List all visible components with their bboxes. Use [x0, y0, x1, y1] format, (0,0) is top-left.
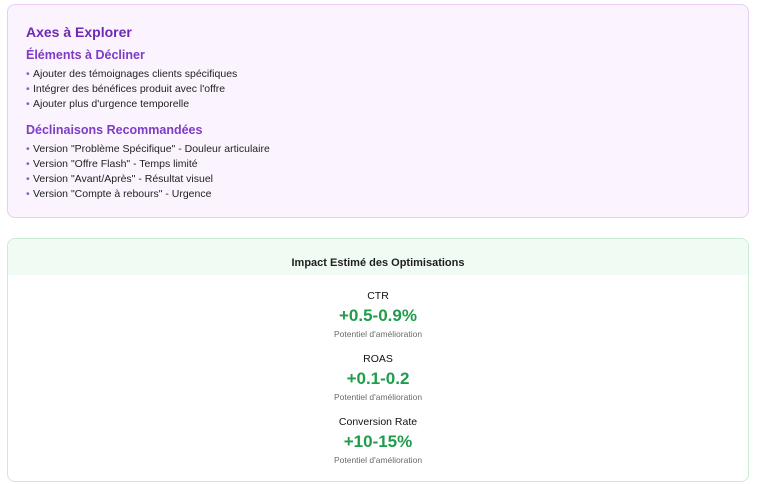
list-item: • Ajouter plus d'urgence temporelle: [26, 97, 730, 112]
list-item-text: Ajouter des témoignages clients spécifiq…: [33, 68, 238, 80]
metric-caption: Potentiel d'amélioration: [333, 329, 423, 339]
list-item: • Version "Offre Flash" - Temps limité: [26, 157, 730, 172]
metric-name: ROAS: [363, 353, 393, 365]
impact-title: Impact Estimé des Optimisations: [291, 257, 465, 269]
bullet-icon: •: [26, 158, 30, 170]
list-item: • Version "Problème Spécifique" - Douleur…: [26, 142, 730, 157]
bullet-icon: •: [26, 188, 30, 200]
metric-value: +10-15%: [343, 432, 413, 451]
list-item: • Version "Avant/Après" - Résultat visuel: [26, 172, 730, 187]
metric-caption: Potentiel d'amélioration: [333, 392, 423, 402]
bullet-icon: •: [26, 173, 30, 185]
bullet-icon: •: [26, 143, 30, 155]
impact-card: Impact Estimé des Optimisations CTR +0.5…: [7, 238, 749, 482]
list-item: • Intégrer des bénéfices produit avec l'o…: [26, 82, 730, 97]
bullet-icon: •: [26, 83, 30, 95]
list-item-text: Version "Compte à rebours" - Urgence: [33, 188, 212, 200]
metric-ctr: CTR +0.5-0.9% Potentiel d'amélioration: [8, 289, 748, 340]
metric-name: Conversion Rate: [338, 416, 418, 428]
elements-list: • Ajouter des témoignages clients spécifi…: [26, 67, 730, 112]
metric-name: CTR: [367, 290, 389, 302]
metric-conversion-rate: Conversion Rate +10-15% Potentiel d'amél…: [8, 415, 748, 466]
bullet-icon: •: [26, 98, 30, 110]
metric-value: +0.1-0.2: [346, 369, 410, 388]
axes-card: Axes à Explorer Éléments à Décliner • Ajo…: [7, 4, 749, 218]
metric-roas: ROAS +0.1-0.2 Potentiel d'amélioration: [8, 352, 748, 403]
elements-section-title: Éléments à Décliner: [26, 48, 145, 62]
list-item-text: Intégrer des bénéfices produit avec l'of…: [33, 83, 226, 95]
metric-value: +0.5-0.9%: [339, 306, 417, 325]
axes-title: Axes à Explorer: [26, 24, 132, 40]
list-item-text: Version "Avant/Après" - Résultat visuel: [33, 173, 214, 185]
bullet-icon: •: [26, 68, 30, 80]
metric-caption: Potentiel d'amélioration: [333, 455, 423, 465]
list-item-text: Version "Offre Flash" - Temps limité: [33, 158, 198, 170]
variants-list: • Version "Problème Spécifique" - Douleur…: [26, 142, 730, 202]
page: Axes à Explorer Éléments à Décliner • Ajo…: [0, 0, 766, 484]
list-item: • Ajouter des témoignages clients spécifi…: [26, 67, 730, 82]
list-item: • Version "Compte à rebours" - Urgence: [26, 187, 730, 202]
list-item-text: Version "Problème Spécifique" - Douleur …: [33, 143, 270, 155]
list-item-text: Ajouter plus d'urgence temporelle: [33, 98, 190, 110]
variants-section-title: Déclinaisons Recommandées: [26, 123, 203, 137]
impact-header: Impact Estimé des Optimisations: [8, 239, 748, 275]
